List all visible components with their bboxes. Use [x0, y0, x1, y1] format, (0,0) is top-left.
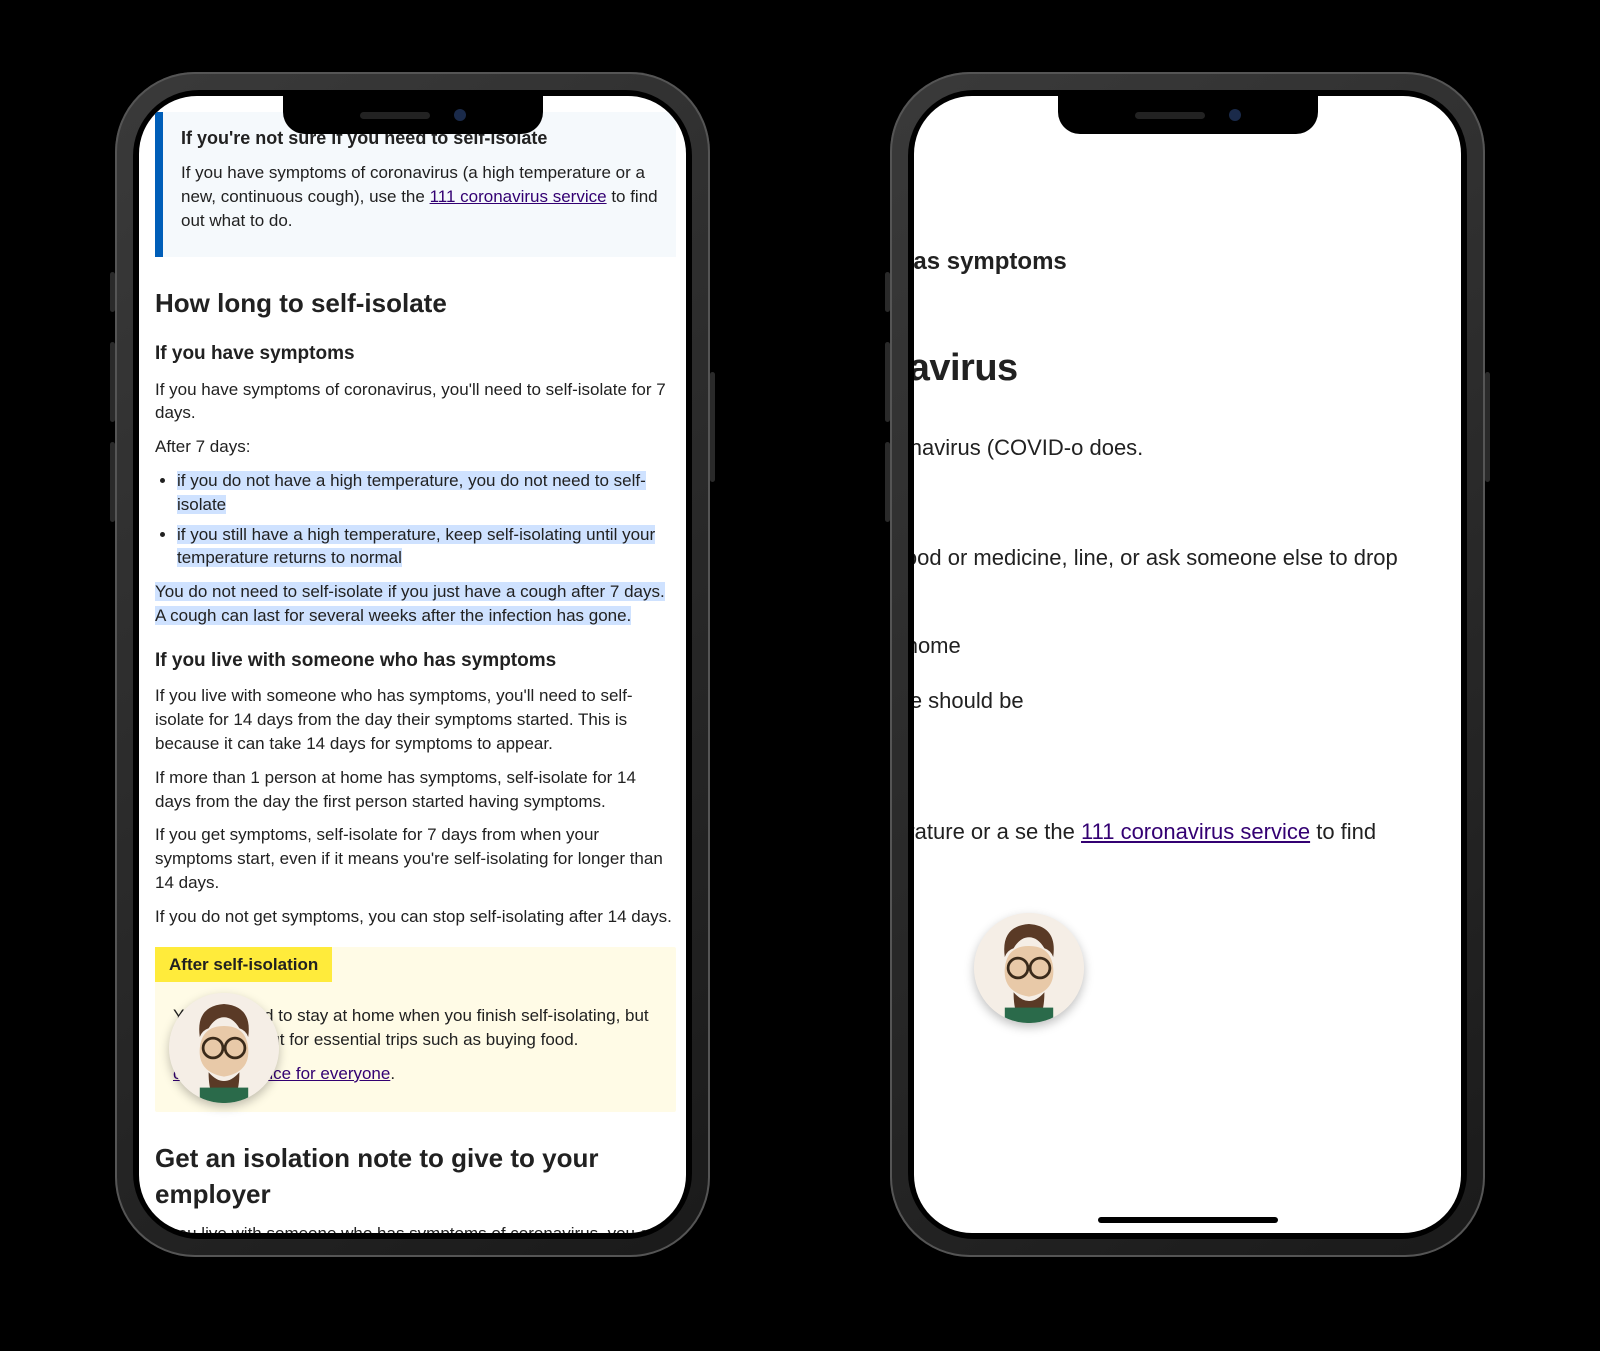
body-text: If you get symptoms, self-isolate for 7 … — [155, 823, 676, 894]
body-text: u have symptoms of coronavirus (COVID-o … — [914, 431, 1451, 464]
body-text: You do not need to self-isolate if you j… — [155, 580, 676, 628]
body-text: After 7 days: — [155, 435, 676, 459]
bullet-list: if you do not have a high temperature, y… — [177, 469, 676, 570]
subheading-self-isolate: o self-isolate — [914, 757, 1451, 793]
notch — [1058, 96, 1318, 134]
body-text: nust: — [914, 486, 1451, 519]
link-111-service[interactable]: 111 coronavirus service — [430, 187, 607, 206]
avatar-icon — [169, 993, 279, 1103]
phone-mockup-left: If you're not sure if you need to self-i… — [115, 72, 710, 1257]
callout-body: If you have symptoms of coronavirus (a h… — [181, 161, 662, 232]
avatar-icon — [974, 913, 1084, 1023]
body-text: If you have symptoms of coronavirus, you… — [155, 378, 676, 426]
body-text: er risk — [914, 134, 1451, 167]
camera-icon — [1229, 109, 1241, 121]
page-title: ps stop coronavirus — [914, 340, 1451, 397]
body-text: If more than 1 person at home has sympto… — [155, 766, 676, 814]
body-text: oronavirus (a high temperature or a se t… — [914, 815, 1451, 848]
body-text: If you do not get symptoms, you can stop… — [155, 905, 676, 929]
section-heading-isolation-note: Get an isolation note to give to your em… — [155, 1140, 676, 1213]
subheading-live-with-someone: If you live with someone who has symptom… — [155, 648, 676, 675]
screen-right[interactable]: er risk o meone you live with has sympto… — [914, 96, 1461, 1233]
power-button — [710, 372, 715, 482]
body-text: ny reason – if you need food or medicine… — [914, 541, 1451, 607]
speaker-icon — [1135, 112, 1205, 119]
mute-switch — [885, 272, 890, 312]
link-111-service[interactable]: 111 coronavirus service — [1081, 819, 1310, 844]
body-text: ou have one. Any exercise should be — [914, 684, 1451, 717]
list-item: if you still have a high temperature, ke… — [177, 523, 676, 571]
after-isolation-tag: After self-isolation — [155, 947, 332, 983]
section-heading-how-long: How long to self-isolate — [155, 285, 676, 321]
volume-up-button — [885, 342, 890, 422]
speaker-icon — [360, 112, 430, 119]
volume-down-button — [885, 442, 890, 522]
home-indicator[interactable] — [1098, 1217, 1278, 1223]
body-text: If you live with someone who has symptom… — [155, 1222, 676, 1233]
body-text: If you live with someone who has symptom… — [155, 684, 676, 755]
phone-mockup-right: er risk o meone you live with has sympto… — [890, 72, 1485, 1257]
body-text: o — [914, 189, 1451, 222]
notch — [283, 96, 543, 134]
list-item: if you do not have a high temperature, y… — [177, 469, 676, 517]
presenter-avatar[interactable] — [974, 913, 1084, 1023]
screen-left[interactable]: If you're not sure if you need to self-i… — [139, 96, 686, 1233]
article-page-right[interactable]: er risk o meone you live with has sympto… — [914, 96, 1461, 1233]
presenter-avatar[interactable] — [169, 993, 279, 1103]
camera-icon — [454, 109, 466, 121]
subheading-live-with: meone you live with has symptoms — [914, 244, 1451, 280]
volume-up-button — [110, 342, 115, 422]
subheading-if-you-have-symptoms: If you have symptoms — [155, 341, 676, 368]
mute-switch — [110, 272, 115, 312]
power-button — [1485, 372, 1490, 482]
body-text: iends and family, in your home — [914, 629, 1451, 662]
volume-down-button — [110, 442, 115, 522]
